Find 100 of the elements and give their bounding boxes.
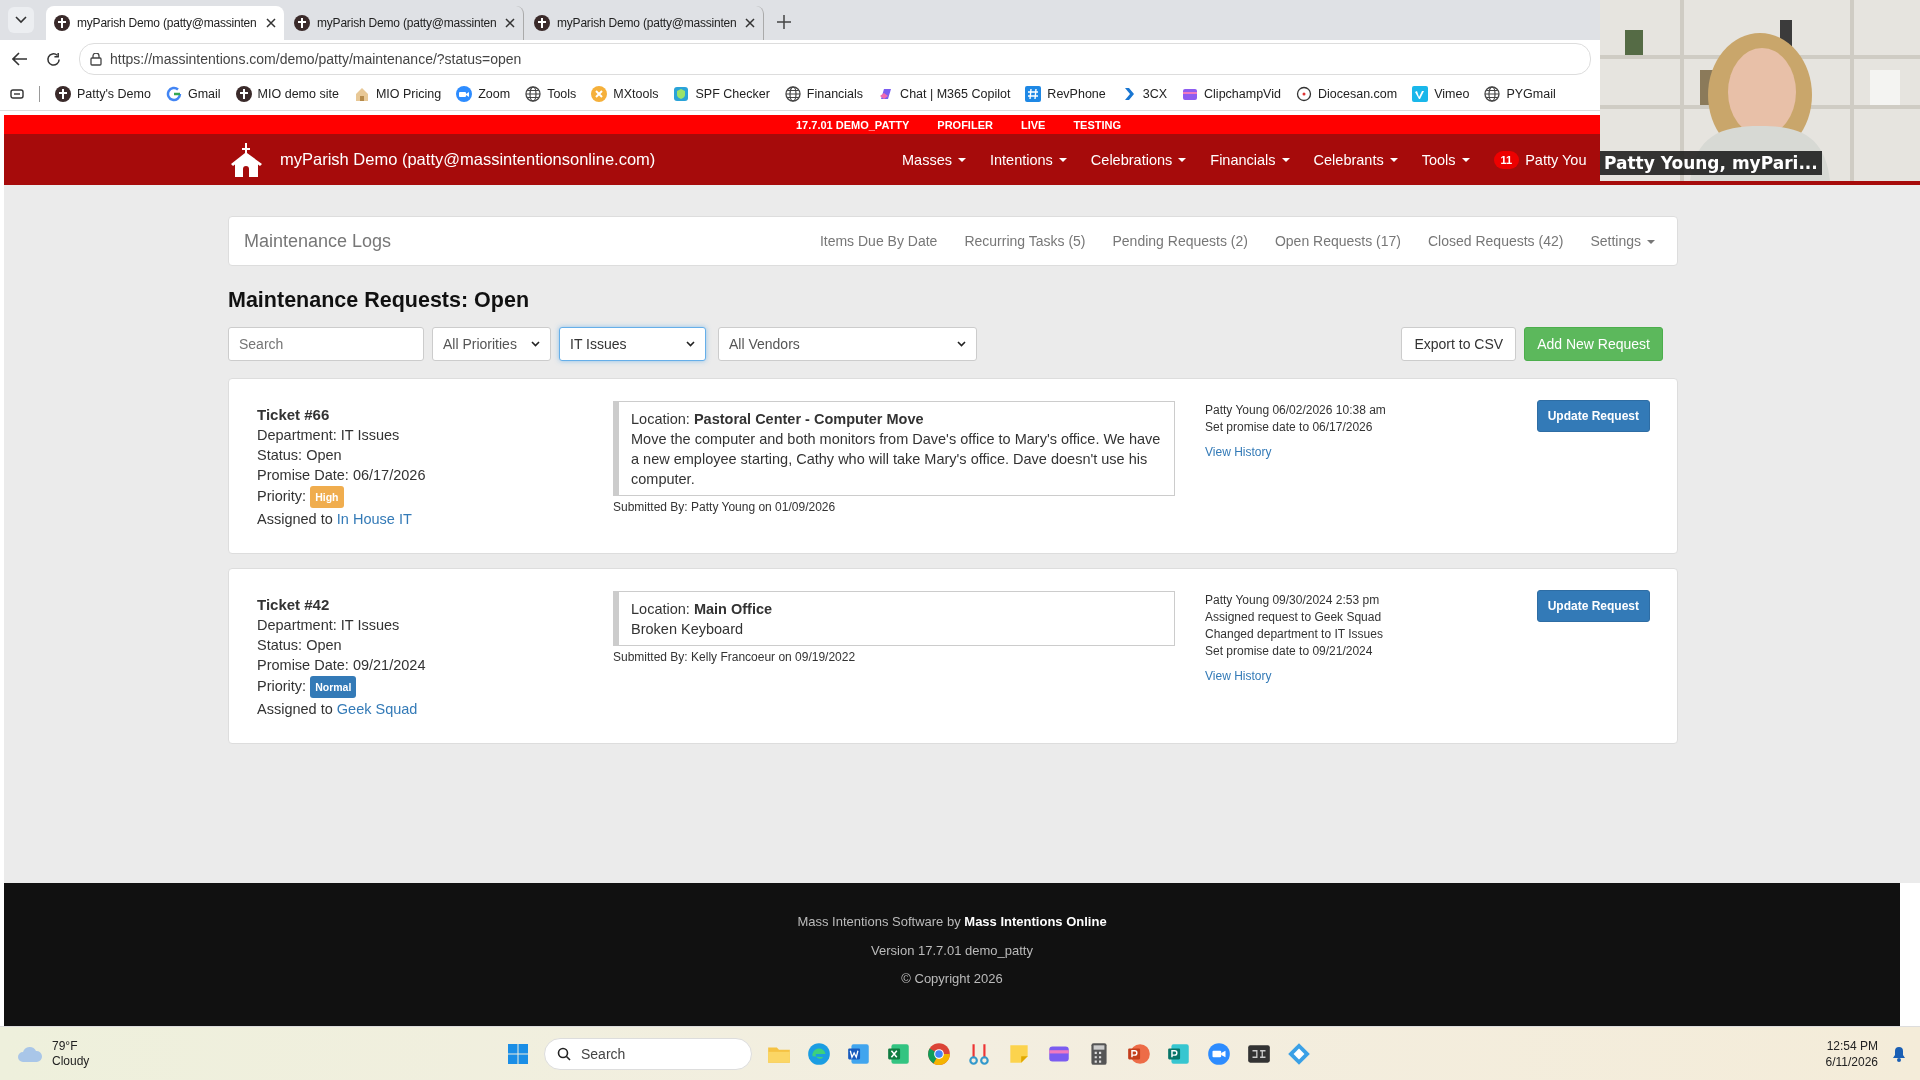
- bookmark-link[interactable]: Gmail: [187, 87, 221, 101]
- browser-icon[interactable]: [806, 1040, 832, 1067]
- submitted-by-text: Submitted By: Kelly Francoeur on 09/19/2022: [613, 650, 857, 664]
- subnav-link[interactable]: Open Requests (17): [1274, 233, 1401, 249]
- notification-badge: 11: [1493, 150, 1520, 169]
- video-call-icon[interactable]: [1206, 1040, 1232, 1067]
- footer-version: Version 17.7.01 demo_patty: [870, 941, 1034, 960]
- nav-menu[interactable]: Celebrations: [1090, 151, 1187, 168]
- reading-list-icon[interactable]: [10, 88, 24, 100]
- taskbar-search-field[interactable]: Search: [544, 1037, 752, 1070]
- view-history-link[interactable]: View History: [1205, 444, 1272, 461]
- nav-menu[interactable]: Intentions: [989, 151, 1067, 168]
- lock-icon: [90, 52, 102, 66]
- location-text: Location: Pastoral Center - Computer Move: [631, 410, 925, 429]
- bookmark-link[interactable]: Vimeo: [1434, 87, 1470, 101]
- google-g-icon: [165, 86, 182, 102]
- bookmark-link[interactable]: PYGmail: [1506, 87, 1556, 101]
- address-bar[interactable]: https://massintentions.com/demo/patty/maintenance/?status=open: [79, 43, 1591, 75]
- clock-date: 6/11/2026: [1825, 1053, 1878, 1070]
- bell-icon[interactable]: [1892, 1045, 1906, 1062]
- caret-icon: [1389, 157, 1398, 162]
- subnav-link[interactable]: Pending Requests (2): [1112, 233, 1248, 249]
- history-entry: Set promise date to 09/21/2024: [1205, 643, 1373, 660]
- location-text: Location: Main Office: [631, 600, 774, 619]
- close-icon[interactable]: [745, 18, 755, 28]
- chevron-down-icon: [15, 16, 27, 24]
- bookmark-link[interactable]: MIO Pricing: [375, 87, 442, 101]
- assignee-link[interactable]: In House IT: [336, 511, 412, 527]
- windows-start-icon[interactable]: [506, 1041, 530, 1066]
- caret-icon: [1461, 157, 1470, 162]
- globe-icon: [1484, 86, 1501, 102]
- bookmark-link[interactable]: Tools: [547, 87, 577, 101]
- bookmark-link[interactable]: SPF Checker: [695, 87, 770, 101]
- bookmark-link[interactable]: Zoom: [478, 87, 511, 101]
- tab-list-button[interactable]: [8, 7, 34, 33]
- environment-label: TESTING: [1073, 118, 1122, 131]
- nav-menu[interactable]: Masses: [902, 151, 966, 168]
- priority-badge: Normal: [310, 676, 357, 698]
- export-button[interactable]: Export to CSV: [1401, 327, 1517, 361]
- subnav-link[interactable]: Recurring Tasks (5): [964, 233, 1086, 249]
- search-field[interactable]: Search: [228, 327, 424, 361]
- new-tab-icon[interactable]: [776, 14, 792, 30]
- bookmark-link[interactable]: Chat | M365 Copilot: [900, 87, 1011, 101]
- cross-icon: [534, 15, 550, 31]
- bookmark-link[interactable]: ClipchampVid: [1204, 87, 1281, 101]
- close-icon[interactable]: [266, 18, 276, 28]
- globe-icon: [525, 86, 542, 102]
- clock-time: 12:54 PM: [1825, 1037, 1878, 1054]
- update-request-button[interactable]: Update Request: [1536, 590, 1650, 622]
- request-description: Broken Keyboard: [631, 620, 745, 639]
- nav-menu[interactable]: Celebrants: [1313, 151, 1398, 168]
- temperature-text: 79°F: [52, 1038, 79, 1054]
- request-description: Move the computer and both monitors from Dave's office to Mary's office. We have a new employee starting, Cathy who will take Mary's office. Dave doesn't use his computer.: [631, 430, 1162, 489]
- priority-badge: High: [310, 486, 344, 508]
- status-text: Status: Open: [257, 636, 343, 654]
- assigned-label: Assigned to: [257, 511, 333, 527]
- back-icon[interactable]: [12, 52, 28, 66]
- priority-label: Priority:: [257, 487, 307, 504]
- x-circle-icon: [591, 86, 608, 102]
- bookmark-link[interactable]: RevPhone: [1047, 87, 1106, 101]
- bookmark-link[interactable]: MXtools: [613, 87, 659, 101]
- v-icon: [1412, 86, 1429, 102]
- bookmark-link[interactable]: 3CX: [1142, 87, 1168, 101]
- browser-tab[interactable]: myParish Demo (patty@massinten: [46, 6, 284, 40]
- user-menu[interactable]: Patty You: [1525, 151, 1587, 168]
- subnav-link[interactable]: Closed Requests (42): [1428, 233, 1564, 249]
- update-request-button[interactable]: Update Request: [1536, 400, 1650, 432]
- history-entry: Assigned request to Geek Squad: [1205, 609, 1382, 626]
- priority-select[interactable]: All Priorities: [432, 327, 551, 361]
- environment-label: LIVE: [1020, 118, 1046, 131]
- hash-icon: [1025, 86, 1042, 102]
- page-heading: Maintenance Requests: Open: [228, 288, 531, 313]
- nav-menu[interactable]: Financials: [1210, 151, 1290, 168]
- nav-menu[interactable]: Tools: [1421, 151, 1470, 168]
- view-history-link[interactable]: View History: [1205, 668, 1272, 685]
- bookmark-link[interactable]: MIO demo site: [257, 87, 339, 101]
- circle-icon: [1295, 86, 1312, 102]
- history-entry: Set promise date to 06/17/2026: [1205, 419, 1373, 436]
- caret-icon: [1281, 157, 1290, 162]
- reload-icon[interactable]: [46, 51, 61, 67]
- department-select[interactable]: IT Issues: [559, 327, 706, 361]
- shield-icon: [673, 86, 690, 102]
- footer-copyright: © Copyright 2026: [900, 970, 1004, 988]
- bookmark-link[interactable]: Financials: [806, 87, 864, 101]
- settings-menu[interactable]: Settings: [1590, 233, 1655, 249]
- browser-icon[interactable]: [926, 1040, 952, 1067]
- cross-icon: [55, 86, 71, 102]
- status-text: Status: Open: [257, 446, 343, 464]
- caret-icon: [957, 157, 966, 162]
- priority-label: Priority:: [257, 677, 307, 694]
- ticket-title: Ticket #66: [257, 406, 331, 424]
- section-title: Maintenance Logs: [244, 230, 392, 252]
- search-icon: [557, 1046, 571, 1061]
- vendor-select[interactable]: All Vendors: [718, 327, 977, 361]
- subnav-link[interactable]: Items Due By Date: [819, 233, 938, 249]
- caret-icon: [1178, 157, 1187, 162]
- bookmark-link[interactable]: Diocesan.com: [1317, 87, 1398, 101]
- bookmark-link[interactable]: Patty's Demo: [77, 87, 151, 101]
- close-icon[interactable]: [505, 18, 515, 28]
- assignee-link[interactable]: Geek Squad: [336, 701, 418, 717]
